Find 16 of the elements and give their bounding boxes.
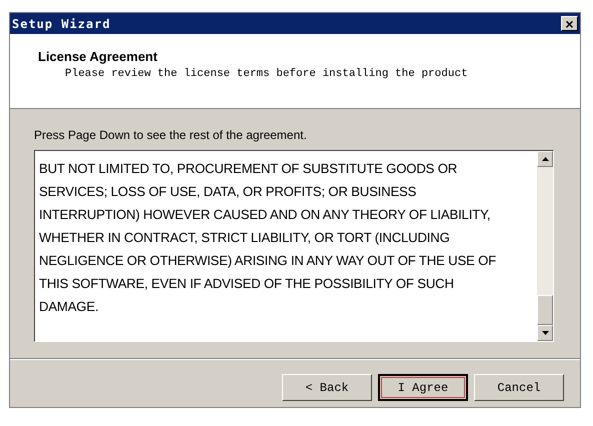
- scroll-up-button[interactable]: [537, 151, 553, 167]
- page-title: License Agreement: [38, 48, 158, 66]
- close-button[interactable]: ×: [561, 16, 578, 31]
- instruction-text: Press Page Down to see the rest of the agreement.: [34, 127, 308, 144]
- scroll-thumb[interactable]: [537, 295, 553, 325]
- dialog-button[interactable]: < Back: [282, 374, 372, 401]
- up-arrow-icon: [542, 157, 548, 161]
- license-text: BUT NOT LIMITED TO, PROCUREMENT OF SUBSTITUTE GOODS OR SERVICES; LOSS OF USE, DATA, OR PROFITS; OR BUSINESS INTERRUPTION) HOWEVER CAUSED AND ON ANY THEORY OF LIABILITY, WHETHER IN CONTRACT, STRICT LIABILITY, OR TORT (INCLUDING NEGLIGENCE OR OTHERWISE) ARISING IN ANY WAY OUT OF THE USE OF THIS SOFTWARE, EVEN IF ADVISED OF THE POSSIBILITY OF SUCH DAMAGE.: [39, 160, 498, 316]
- down-arrow-icon: [542, 331, 548, 335]
- page-subtitle: Please review the license terms before installing the product: [64, 66, 469, 82]
- vertical-scrollbar[interactable]: [537, 151, 553, 341]
- license-text-box[interactable]: [34, 150, 554, 342]
- dialog-button[interactable]: I Agree: [378, 374, 468, 401]
- dialog-button[interactable]: Cancel: [474, 374, 564, 401]
- window-title: Setup Wizard: [12, 16, 111, 32]
- scroll-down-button[interactable]: [537, 325, 553, 341]
